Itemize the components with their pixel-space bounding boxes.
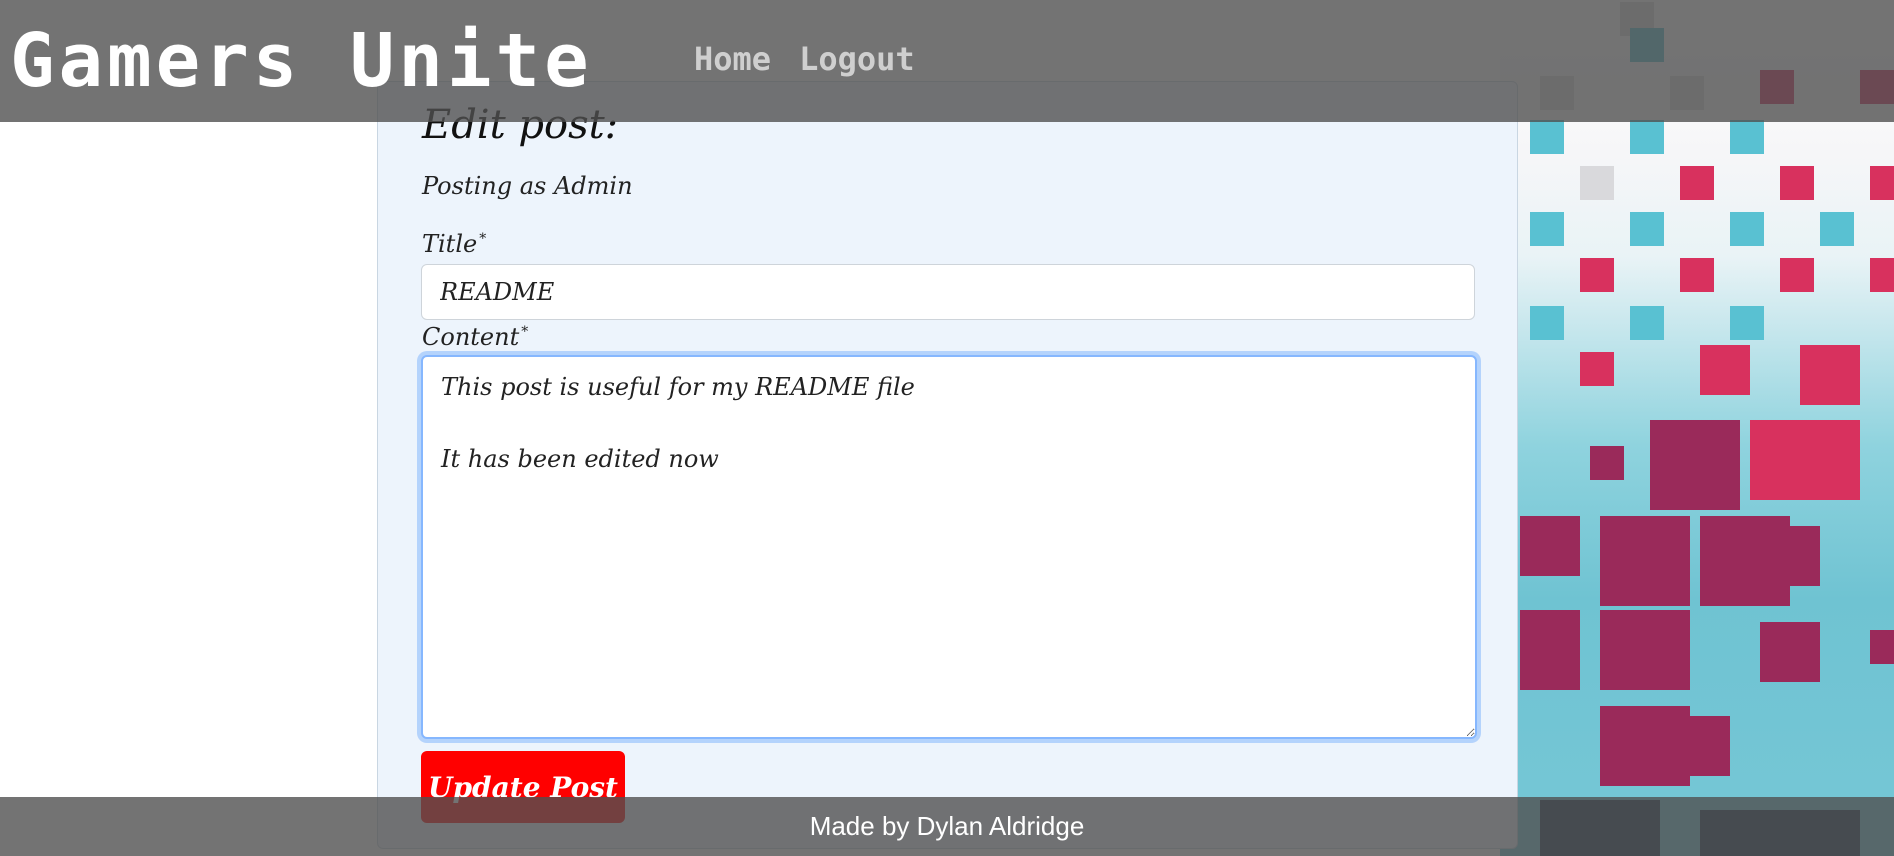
title-input[interactable] bbox=[421, 264, 1475, 320]
site-footer: Made by Dylan Aldridge bbox=[0, 797, 1894, 856]
content-label-text: Content bbox=[422, 323, 520, 351]
title-label-text: Title bbox=[422, 230, 478, 258]
edit-post-card: Edit post: Posting as Admin Title* Conte… bbox=[377, 81, 1518, 849]
posting-as-text: Posting as Admin bbox=[422, 172, 633, 200]
title-label: Title * bbox=[422, 230, 486, 258]
content-textarea[interactable]: This post is useful for my README file I… bbox=[421, 355, 1477, 739]
site-logo[interactable]: Gamers Unite bbox=[10, 18, 593, 104]
background-art bbox=[1500, 0, 1894, 856]
required-asterisk: * bbox=[479, 231, 487, 247]
content-label: Content * bbox=[422, 323, 528, 351]
required-asterisk: * bbox=[521, 324, 529, 340]
site-header: Gamers Unite Home Logout bbox=[0, 0, 1894, 122]
footer-credit: Made by Dylan Aldridge bbox=[809, 811, 1085, 841]
nav-logout-link[interactable]: Logout bbox=[799, 40, 915, 78]
main-nav: Home Logout bbox=[694, 40, 915, 78]
nav-home-link[interactable]: Home bbox=[694, 40, 771, 78]
